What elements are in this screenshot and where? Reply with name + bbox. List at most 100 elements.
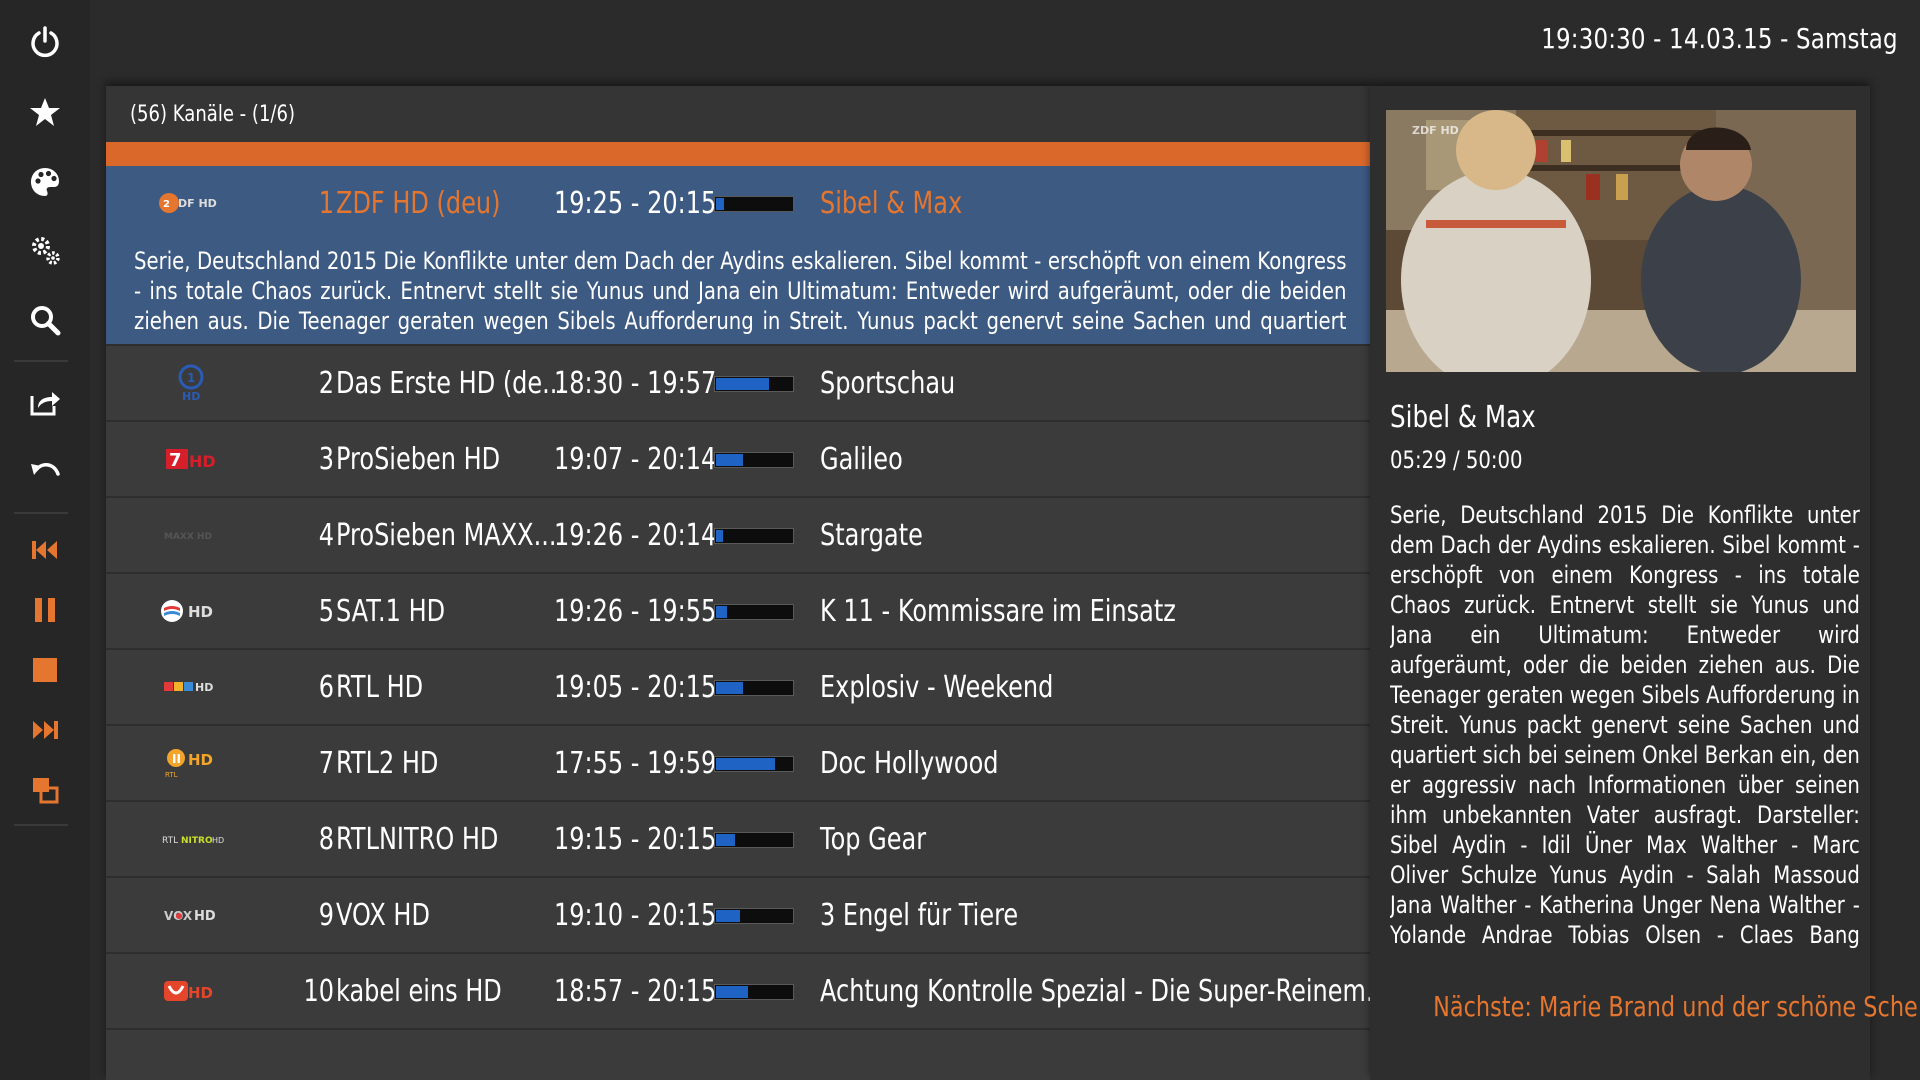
program-progress-fill	[716, 834, 735, 846]
channel-number: 9	[318, 898, 334, 933]
program-progress-bar	[714, 680, 794, 696]
svg-text:HD: HD	[212, 836, 224, 845]
program-title: 3 Engel für Tiere	[820, 898, 1019, 933]
channel-logo-icon: MAXX HD	[156, 516, 226, 554]
program-title: K 11 - Kommissare im Einsatz	[820, 594, 1176, 629]
program-progress-fill	[716, 606, 727, 618]
skip-next-button[interactable]	[14, 704, 76, 756]
channel-name: RTL HD	[336, 670, 424, 705]
program-progress-bar	[714, 984, 794, 1000]
svg-text:2: 2	[163, 199, 170, 210]
detail-panel: ZDF HD Sibel & Max 05:29 / 50:00 Serie, …	[1370, 86, 1920, 1080]
channel-name: Das Erste HD (de...	[336, 366, 566, 401]
program-progress-bar	[714, 604, 794, 620]
skip-previous-button[interactable]	[14, 524, 76, 576]
svg-text:HD: HD	[195, 681, 213, 694]
channel-list-panel: (56) Kanäle - (1/6) 2 DF HD 1 ZDF HD (deu) 1…	[106, 86, 1389, 1080]
program-title: Sibel & Max	[1390, 400, 1536, 435]
program-progress-bar	[714, 756, 794, 772]
program-progress-fill	[716, 198, 724, 210]
channel-name: VOX HD	[336, 898, 430, 933]
program-title: Top Gear	[820, 822, 927, 857]
pip-button[interactable]	[14, 764, 76, 816]
stop-icon	[33, 658, 57, 682]
channel-row[interactable]: MAXX HD 4 ProSieben MAXX... 19:26 - 20:14 St…	[106, 498, 1370, 574]
favorites-button[interactable]	[14, 86, 76, 138]
settings-icon	[32, 237, 60, 265]
channel-row[interactable]: VOXHD 9VOX HD 19:10 - 20:15 3 Engel für Tie…	[106, 878, 1370, 954]
svg-text:RTL: RTL	[162, 836, 178, 846]
channel-row[interactable]: HD 5 SAT.1 HD 19:26 - 19:55 K 11 - Kommissar…	[106, 574, 1370, 650]
channel-name: kabel eins HD	[336, 974, 502, 1009]
program-progress-fill	[716, 454, 743, 466]
svg-text:HD: HD	[188, 984, 213, 1002]
sidebar-divider	[14, 824, 68, 826]
channel-number: 2	[318, 366, 334, 401]
svg-text:DF HD: DF HD	[178, 197, 217, 210]
channel-row[interactable]: 2 DF HD 1 ZDF HD (deu) 19:25 - 20:15 Sibel & …	[106, 166, 1370, 346]
program-progress-fill	[716, 530, 723, 542]
skip-previous-icon	[32, 541, 57, 559]
channel-row[interactable]: HD 10 kabel eins HD 18:57 - 20:15 Achtung Ko…	[106, 954, 1389, 1030]
skip-next-icon	[33, 721, 58, 739]
back-button[interactable]	[14, 446, 76, 498]
program-time: 19:10 - 20:15	[554, 898, 717, 933]
program-progress-bar	[714, 452, 794, 468]
channel-number: 7	[318, 746, 334, 781]
program-progress-bar	[714, 908, 794, 924]
program-title: Stargate	[820, 518, 923, 553]
channel-row[interactable]: RTL NITRO HD 8 RTLNITRO HD 19:15 - 20:15 Top G…	[106, 802, 1370, 878]
program-time: 18:57 - 20:15	[554, 974, 717, 1009]
program-progress-fill	[716, 378, 769, 390]
theme-button[interactable]	[14, 156, 76, 208]
channel-number: 3	[318, 442, 334, 477]
channel-number: 1	[318, 186, 334, 221]
channel-logo-icon: 2 DF HD	[156, 184, 226, 222]
channel-logo-icon: 7 HD	[156, 440, 226, 478]
svg-text:NITRO: NITRO	[181, 836, 213, 846]
program-time: 18:30 - 19:57	[554, 366, 717, 401]
channel-count: (56) Kanäle - (1/6)	[130, 102, 296, 127]
palette-icon	[31, 168, 59, 196]
channel-name: ZDF HD (deu)	[336, 186, 501, 221]
star-icon	[30, 98, 60, 126]
channel-logo-icon: VOXHD	[156, 896, 226, 934]
power-button[interactable]	[14, 16, 76, 68]
stop-button[interactable]	[14, 644, 76, 696]
pause-button[interactable]	[14, 584, 76, 636]
program-title: Achtung Kontrolle Spezial - Die Super-Re…	[820, 974, 1389, 1009]
channel-name: ProSieben MAXX...	[336, 518, 557, 553]
program-title: Doc Hollywood	[820, 746, 999, 781]
channel-row[interactable]: 1 HD 2 Das Erste HD (de... 18:30 - 19:57 Spor…	[106, 346, 1370, 422]
program-time: 19:07 - 20:14	[554, 442, 717, 477]
svg-text:HD: HD	[194, 909, 216, 924]
svg-text:HD: HD	[188, 751, 213, 769]
channel-name: SAT.1 HD	[336, 594, 446, 629]
program-progress-bar	[714, 528, 794, 544]
svg-text:HD: HD	[189, 452, 216, 471]
svg-text:II: II	[172, 752, 181, 766]
search-button[interactable]	[14, 294, 76, 346]
accent-bar	[106, 142, 1370, 166]
sidebar-divider	[14, 512, 68, 514]
svg-text:HD: HD	[182, 390, 200, 403]
power-icon	[31, 26, 59, 58]
channel-number: 10	[303, 974, 334, 1009]
program-time: 19:26 - 19:55	[554, 594, 717, 629]
video-preview[interactable]: ZDF HD	[1386, 110, 1856, 372]
channel-row[interactable]: HD 6 RTL HD 19:05 - 20:15 Explosiv - Weekend	[106, 650, 1370, 726]
channel-row[interactable]: 7 HD 3 ProSieben HD 19:07 - 20:14 Galileo	[106, 422, 1370, 498]
program-title: Sportschau	[820, 366, 956, 401]
export-button[interactable]	[14, 376, 76, 428]
channel-number: 4	[318, 518, 334, 553]
channel-row[interactable]: II HD RTL 7 RTL2 HD 17:55 - 19:59 Doc Hollywoo…	[106, 726, 1370, 802]
program-title: Explosiv - Weekend	[820, 670, 1054, 705]
channel-logo-icon: 1 HD	[156, 364, 226, 403]
settings-button[interactable]	[14, 224, 76, 276]
channel-logo-icon: RTL NITRO HD	[156, 820, 226, 858]
list-header: (56) Kanäle - (1/6)	[106, 86, 1370, 142]
channel-logo-icon: II HD RTL	[156, 744, 226, 782]
channel-name: ProSieben HD	[336, 442, 501, 477]
svg-text:HD: HD	[188, 603, 213, 621]
program-progress-fill	[716, 758, 775, 770]
